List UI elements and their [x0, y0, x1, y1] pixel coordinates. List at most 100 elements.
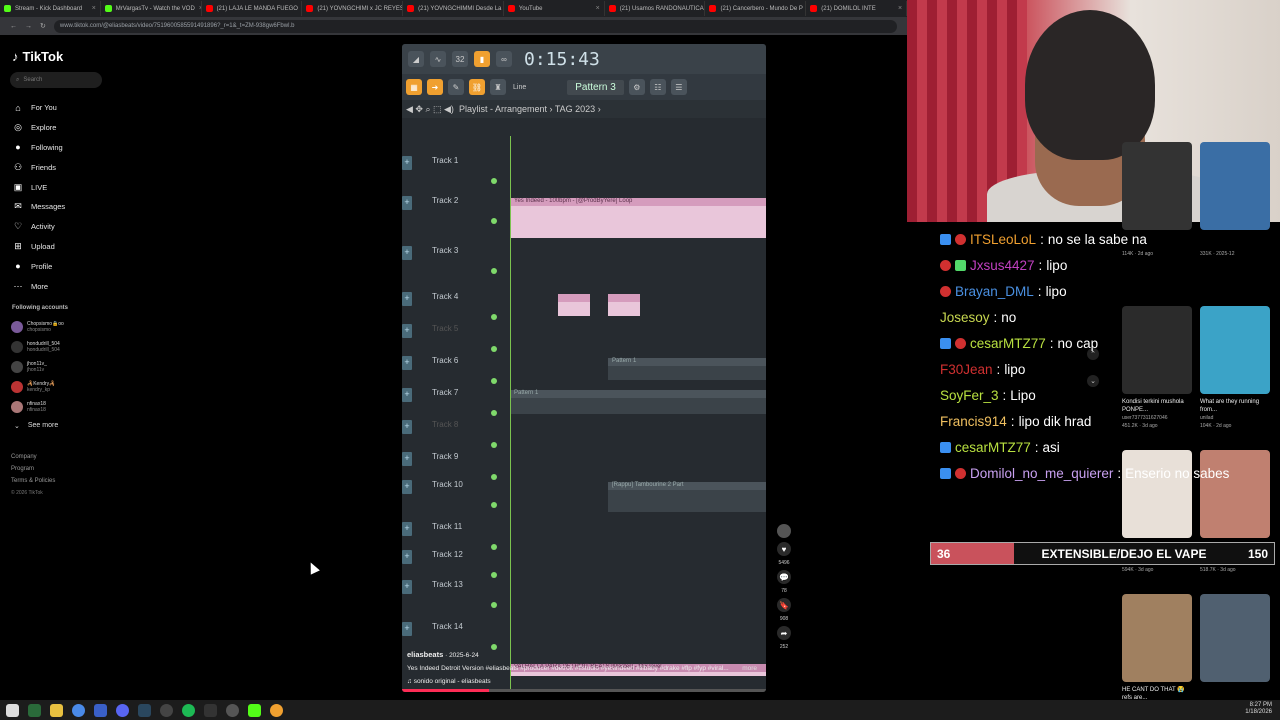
terminal-icon[interactable]: [28, 703, 41, 717]
following-account[interactable]: jhon11v_ jhon11v: [11, 357, 111, 377]
browser-tab[interactable]: Stream - Kick Dashboard ×: [0, 1, 101, 16]
browser-tab[interactable]: MrVargasTv - Watch the VOD×: [101, 1, 202, 16]
windows-start-icon[interactable]: [6, 703, 19, 717]
chat-username[interactable]: SoyFer_3: [940, 388, 999, 403]
browser-tab[interactable]: (21) Cancerbero - Mundo De P×: [705, 1, 807, 16]
system-tray-clock[interactable]: 8:27 PM 1/18/2026: [1245, 702, 1272, 716]
video-progress-bar[interactable]: [402, 689, 766, 692]
video-thumbnail[interactable]: [1122, 142, 1192, 230]
feed-card[interactable]: 331K · 2025-12: [1200, 142, 1270, 258]
video-thumbnail[interactable]: [1200, 306, 1270, 394]
following-account-handle: nfinax18: [27, 407, 46, 413]
tab-favicon-icon: [709, 5, 717, 12]
app3-icon[interactable]: [226, 703, 239, 717]
folder-icon[interactable]: [50, 703, 63, 717]
footer-company-link[interactable]: Company: [11, 451, 55, 463]
sidebar-item-messages[interactable]: ✉ Messages: [12, 197, 122, 217]
back-icon[interactable]: ←: [10, 23, 17, 30]
browser-tab[interactable]: YouTube ×: [504, 1, 605, 16]
browser-tab[interactable]: (21) LAJA LE MANDA FUEGO×: [202, 1, 303, 16]
browser-tab[interactable]: (21) YOVNGCHIMMI Desde La×: [403, 1, 504, 16]
sidebar-item-label: For You: [31, 103, 57, 113]
following-account[interactable]: Chopsismo🔒oo chopsismo: [11, 317, 111, 337]
tab-close-icon[interactable]: ×: [596, 5, 600, 12]
sidebar-item-for-you[interactable]: ⌂ For You: [12, 98, 122, 118]
fl-track-add-icon: +: [402, 420, 412, 434]
feed-card[interactable]: What are they running from... unilad 104K …: [1200, 306, 1270, 430]
discord-icon[interactable]: [116, 703, 129, 717]
sidebar-item-explore[interactable]: ◎ Explore: [12, 118, 122, 138]
bookmark-icon[interactable]: 🔖: [777, 598, 791, 612]
chat-username[interactable]: ITSLeoLoL: [970, 232, 1036, 247]
following-account[interactable]: nfinax18 nfinax18: [11, 397, 111, 417]
sidebar-item-friends[interactable]: ⚇ Friends: [12, 157, 122, 177]
spotify-icon[interactable]: [182, 703, 195, 717]
fl-track-name: Track 14: [432, 622, 463, 631]
chat-username[interactable]: Domilol_no_me_quierer: [970, 466, 1113, 481]
obs-icon[interactable]: [160, 703, 173, 717]
chat-username[interactable]: Francis914: [940, 414, 1007, 429]
fl-track-add-icon: +: [402, 622, 412, 636]
url-field[interactable]: www.tiktok.com/@eliasbeats/video/7519600…: [53, 19, 897, 33]
browser-tab[interactable]: (21) DOMILOL INTE ×: [806, 1, 907, 16]
chat-separator: :: [1034, 439, 1039, 455]
video-thumbnail[interactable]: [1122, 594, 1192, 682]
video-author[interactable]: eliasbeats: [407, 650, 443, 659]
tab-favicon-icon: [810, 5, 818, 12]
chat-username[interactable]: cesarMTZ77: [970, 336, 1046, 351]
video-thumbnail[interactable]: [1200, 142, 1270, 230]
tab-close-icon[interactable]: ×: [92, 5, 96, 12]
feed-card[interactable]: Kondisi terkini mushola PONPE... user7377…: [1122, 306, 1192, 430]
sidebar-item-more[interactable]: ⋯ More: [12, 276, 122, 296]
following-account[interactable]: 🦂Kendry🦂 kendry_kp: [11, 377, 111, 397]
reload-icon[interactable]: ↻: [40, 22, 46, 30]
video-thumbnail[interactable]: [1122, 450, 1192, 538]
sidebar-item-live[interactable]: ▣ LIVE: [12, 177, 122, 197]
fl-track-name: Track 4: [432, 292, 459, 301]
tiktok-logo[interactable]: ♪ TikTok: [12, 49, 63, 64]
sidebar-item-activity[interactable]: ♡ Activity: [12, 217, 122, 237]
app2-icon[interactable]: [204, 703, 217, 717]
footer-program-link[interactable]: Program: [11, 463, 55, 475]
video-thumbnail[interactable]: [1200, 450, 1270, 538]
video-sound[interactable]: sonido original - eliasbeats: [414, 678, 491, 685]
comment-icon[interactable]: 💬: [777, 570, 791, 584]
sidebar-item-profile[interactable]: ● Profile: [12, 256, 122, 276]
sidebar-item-following[interactable]: ● Following: [12, 138, 122, 158]
author-avatar[interactable]: [777, 524, 791, 538]
chat-username[interactable]: cesarMTZ77: [955, 440, 1031, 455]
share-icon[interactable]: ➦: [777, 626, 791, 640]
search-input[interactable]: ⌕ Search: [10, 72, 102, 88]
sidebar-item-upload[interactable]: ⊞ Upload: [12, 237, 122, 257]
following-account[interactable]: hondudrill_504 hondudrill_504: [11, 337, 111, 357]
video-thumbnail[interactable]: [1200, 594, 1270, 682]
fl-track-led: [491, 178, 497, 184]
forward-icon[interactable]: →: [25, 23, 32, 30]
chrome-icon[interactable]: [72, 703, 85, 717]
chat-username[interactable]: Jxsus4427: [970, 258, 1035, 273]
sidebar-nav: ⌂ For You ◎ Explore ● Following ⚇ Friends ▣ LIVE ✉…: [12, 98, 122, 296]
chat-username[interactable]: F30Jean: [940, 362, 993, 377]
avatar: [11, 341, 23, 353]
tab-close-icon[interactable]: ×: [898, 5, 902, 12]
more-link[interactable]: more: [742, 662, 757, 675]
fl-track-add-icon: +: [402, 196, 412, 210]
footer-terms-link[interactable]: Terms & Policies: [11, 475, 55, 487]
browser-tab[interactable]: (21) Usamos RANDONAUTICA×: [605, 1, 706, 16]
see-more-button[interactable]: ⌄ See more: [14, 422, 58, 430]
app-icon[interactable]: [94, 703, 107, 717]
like-icon[interactable]: ♥: [777, 542, 791, 556]
video-thumbnail[interactable]: [1122, 306, 1192, 394]
chat-username[interactable]: Josesoy: [940, 310, 990, 325]
kick-icon[interactable]: [248, 703, 261, 717]
fl-studio-icon[interactable]: [270, 703, 283, 717]
browser-tab[interactable]: (21) YOVNGCHIMI x JC REYES×: [302, 1, 404, 16]
fl-track-add-icon: +: [402, 480, 412, 494]
video-player[interactable]: ◢ ∿ 32 ▮ ∞ 0:15:43 ▦ ➜ ✎ ⛓ ♜ Line Patter…: [402, 44, 766, 692]
fl-track-name: Track 5: [432, 324, 459, 333]
chat-message: Domilol_no_me_quierer: Enserio no sabes: [940, 460, 1229, 486]
chat-username[interactable]: Brayan_DML: [955, 284, 1034, 299]
home-icon: ⌂: [15, 102, 21, 113]
steam-icon[interactable]: [138, 703, 151, 717]
more-icon: ⋯: [13, 280, 23, 291]
